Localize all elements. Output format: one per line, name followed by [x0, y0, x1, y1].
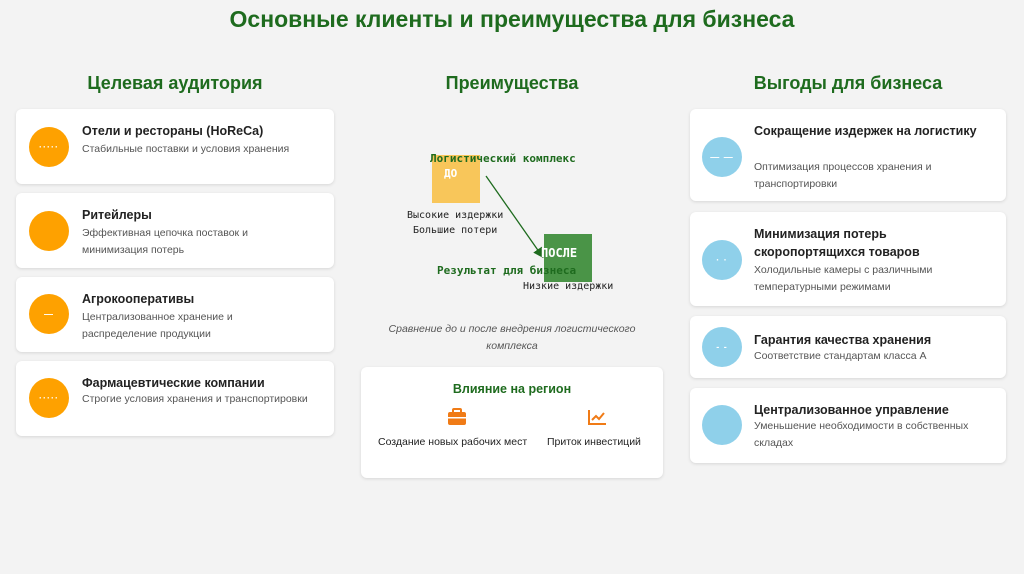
diagram-caption: Сравнение до и после внедрения логистиче… — [388, 323, 636, 352]
briefcase-icon — [448, 408, 466, 425]
hotel-icon: ····· — [29, 127, 69, 167]
audience-card-horeca: ····· Отели и рестораны (HoReCa) Стабиль… — [16, 109, 334, 184]
benefit-card-losses: · · Минимизация потерь скоропортящихся т… — [690, 212, 1006, 306]
audience-title: Агрокооперативы — [82, 292, 195, 306]
after-line: Низкие издержки — [523, 281, 614, 292]
audience-title: Отели и рестораны (HoReCa) — [82, 124, 264, 138]
management-icon — [702, 405, 742, 445]
quality-icon: - - — [702, 327, 742, 367]
audience-title: Фармацевтические компании — [82, 376, 265, 390]
cold-storage-icon: · · — [702, 240, 742, 280]
benefit-card-management: Централизованное управление Уменьшение н… — [690, 388, 1006, 463]
audience-desc: Строгие условия хранения и транспортиров… — [82, 393, 308, 405]
advantages-heading: Преимущества — [445, 73, 579, 93]
result-label: Результат для бизнеса — [437, 264, 577, 277]
benefit-title: Централизованное управление — [754, 403, 949, 417]
benefit-title: Минимизация потерь скоропортящихся товар… — [754, 227, 920, 259]
benefit-title: Сокращение издержек на логистику — [754, 124, 977, 138]
region-item-jobs: Создание новых рабочих мест — [378, 436, 528, 448]
audience-card-agro: — Агрокооперативы Централизованное хране… — [16, 277, 334, 352]
audience-card-retail: Ритейлеры Эффективная цепочка поставок и… — [16, 193, 334, 268]
retail-icon — [29, 211, 69, 251]
agro-icon: — — [29, 294, 69, 334]
audience-heading: Целевая аудитория — [87, 73, 263, 93]
region-item-investments: Приток инвестиций — [547, 436, 641, 448]
chart-growth-icon — [588, 410, 606, 425]
benefit-desc: Холодильные камеры с различными температ… — [754, 264, 933, 293]
region-title: Влияние на регион — [452, 382, 572, 396]
benefit-card-quality: - - Гарантия качества хранения Соответст… — [690, 316, 1006, 378]
audience-desc: Стабильные поставки и условия хранения — [82, 143, 290, 155]
audience-card-pharma: ····· Фармацевтические компании Строгие … — [16, 361, 334, 436]
before-label: ДО — [444, 167, 458, 180]
audience-desc: Эффективная цепочка поставок и минимизац… — [82, 227, 248, 256]
pharma-icon: ····· — [29, 378, 69, 418]
after-label: ПОСЛЕ — [541, 246, 578, 260]
audience-title: Ритейлеры — [82, 208, 152, 222]
complex-label: Логистический комплекс — [430, 152, 576, 165]
benefit-desc: Оптимизация процессов хранения и транспо… — [754, 161, 932, 190]
benefit-title: Гарантия качества хранения — [754, 333, 932, 347]
benefit-desc: Соответствие стандартам класса А — [754, 350, 927, 362]
benefit-card-logistics: — — Сокращение издержек на логистику Опт… — [690, 109, 1006, 201]
page-title: Основные клиенты и преимущества для бизн… — [229, 6, 795, 32]
benefits-heading: Выгоды для бизнеса — [753, 73, 943, 93]
benefit-desc: Уменьшение необходимости в собственных с… — [754, 420, 969, 449]
audience-desc: Централизованное хранение и распределени… — [82, 311, 233, 340]
logistics-icon: — — — [702, 137, 742, 177]
